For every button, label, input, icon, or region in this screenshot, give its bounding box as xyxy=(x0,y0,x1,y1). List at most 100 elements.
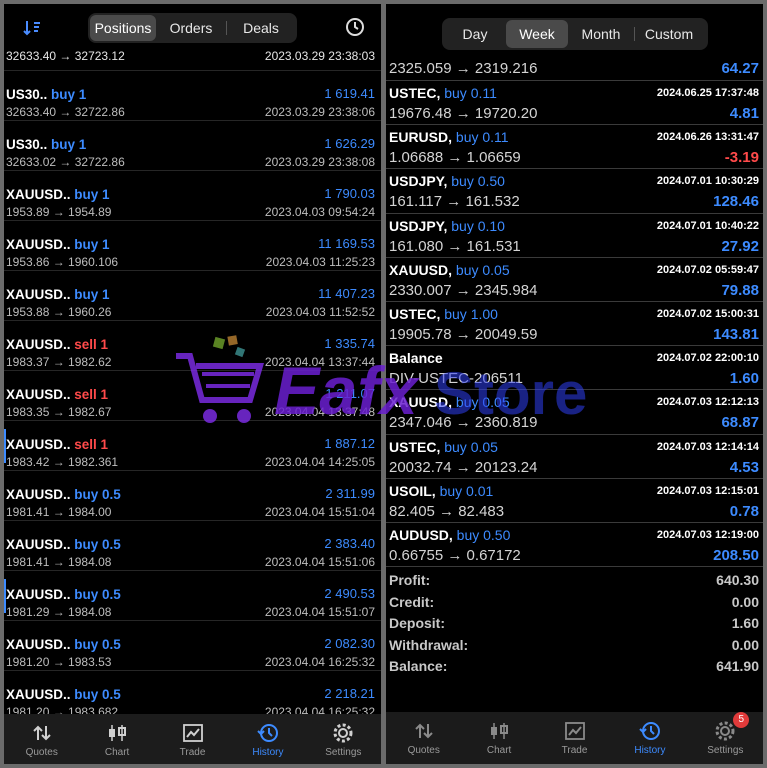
notification-badge: 5 xyxy=(733,712,750,728)
trade-prices: 19676.48 → 19720.20 xyxy=(389,105,538,122)
nav-quotes[interactable]: Quotes xyxy=(4,714,79,764)
tab-month[interactable]: Month xyxy=(568,20,634,48)
nav-label: Settings xyxy=(325,747,362,758)
trade-profit: 1.60 xyxy=(729,370,759,388)
tab-custom[interactable]: Custom xyxy=(635,20,703,48)
nav-label: Settings xyxy=(707,745,744,756)
table-row[interactable]: XAUUSD.. buy 1 11 169.53 1953.86 → 1960.10… xyxy=(4,221,381,271)
trade-prices: 2330.007 → 2345.984 xyxy=(389,281,538,299)
symbol: US30.. xyxy=(6,137,48,152)
tab-week[interactable]: Week xyxy=(506,20,568,48)
trade-time: 2024.07.01 10:30:29 xyxy=(656,175,759,188)
chart-icon xyxy=(106,722,128,744)
tab-positions[interactable]: Positions xyxy=(90,15,156,41)
trade-direction: buy 1 xyxy=(74,187,110,202)
trade-time: 2023.04.04 16:25:32 xyxy=(264,655,375,669)
nav-history[interactable]: History xyxy=(612,712,687,764)
symbol: USTEC, xyxy=(389,438,441,455)
trade-prices: 20032.74 → 20123.24 xyxy=(389,458,538,476)
table-row[interactable]: USTEC, buy 0.05 2024.07.03 12:14:14 20032.… xyxy=(386,435,763,479)
table-row[interactable]: AUDUSD, buy 0.50 2024.07.03 12:19:00 0.667… xyxy=(386,523,763,568)
trade-profit: 1 211.07 xyxy=(325,386,375,401)
nav-history[interactable]: History xyxy=(230,714,305,764)
trade-profit: 128.46 xyxy=(713,193,759,211)
trade-icon xyxy=(564,720,586,742)
table-row[interactable]: XAUUSD.. sell 1 1 887.12 1983.42 → 1982.36… xyxy=(4,421,381,471)
trade-prices: 161.080 → 161.531 xyxy=(389,237,521,255)
nav-label: Quotes xyxy=(25,747,58,758)
table-row[interactable]: XAUUSD.. buy 0.5 2 383.40 1981.41 → 1984.0… xyxy=(4,521,381,571)
nav-trade[interactable]: Trade xyxy=(537,712,612,764)
trade-time: 2024.07.02 15:00:31 xyxy=(656,307,759,320)
trade-profit: 1 619.41 xyxy=(324,86,375,101)
summary-label: Balance: xyxy=(389,658,448,674)
table-row[interactable]: USOIL, buy 0.01 2024.07.03 12:15:01 82.405… xyxy=(386,479,763,523)
table-row[interactable]: XAUUSD.. sell 1 1 335.74 1983.37 → 1982.62… xyxy=(4,321,381,371)
trade-direction: buy 0.5 xyxy=(74,587,121,602)
trade-profit: 1 626.29 xyxy=(324,136,375,151)
top-bar: Day Week Month Custom xyxy=(386,4,763,52)
symbol: USOIL, xyxy=(389,482,436,499)
symbol: XAUUSD.. xyxy=(6,637,71,652)
trade-direction: buy 0.5 xyxy=(74,537,121,552)
table-row[interactable]: USDJPY, buy 0.50 2024.07.01 10:30:29 161.1… xyxy=(386,169,763,214)
trade-icon xyxy=(182,722,204,744)
table-row[interactable]: XAUUSD.. buy 1 1 790.03 1953.89 → 1954.89 2… xyxy=(4,171,381,221)
trade-direction: buy 0.05 xyxy=(455,261,510,278)
trade-time: 2024.07.03 12:14:14 xyxy=(656,440,759,453)
table-row[interactable]: USTEC, buy 1.00 2024.07.02 15:00:31 19905.… xyxy=(386,302,763,347)
trade-title: USTEC, buy 1.00 xyxy=(389,306,498,322)
trade-prices: 19905.78 → 20049.59 xyxy=(389,325,538,343)
nav-quotes[interactable]: Quotes xyxy=(386,712,461,764)
table-row[interactable]: USTEC, buy 0.11 2024.06.25 17:37:48 19676.… xyxy=(386,81,763,126)
tab-day[interactable]: Day xyxy=(444,20,506,48)
nav-settings[interactable]: Settings 5 xyxy=(688,712,763,764)
table-row[interactable]: XAUUSD.. sell 1 1 211.07 1983.35 → 1982.67… xyxy=(4,371,381,421)
symbol: USTEC, xyxy=(389,85,441,101)
trade-profit: 2 311.99 xyxy=(325,486,375,501)
summary-line: Withdrawal: 0.00 xyxy=(386,637,763,659)
nav-chart[interactable]: Chart xyxy=(79,714,154,764)
table-row[interactable]: USDJPY, buy 0.10 2024.07.01 10:40:22 161.0… xyxy=(386,214,763,258)
nav-label: Quotes xyxy=(407,745,440,756)
table-row[interactable]: XAUUSD.. buy 0.5 2 311.99 1981.41 → 1984.0… xyxy=(4,471,381,521)
gear-icon xyxy=(332,722,354,744)
trade-title: XAUUSD.. buy 0.5 xyxy=(6,487,121,502)
table-row[interactable]: XAUUSD, buy 0.05 2024.07.03 12:12:13 2347.… xyxy=(386,390,763,435)
trade-direction: buy 0.5 xyxy=(74,637,121,652)
chart-icon xyxy=(488,720,510,742)
table-row[interactable]: EURUSD, buy 0.11 2024.06.26 13:31:47 1.066… xyxy=(386,125,763,170)
trade-time: 2023.04.03 11:52:52 xyxy=(265,305,375,319)
history-panel-left: Positions Orders Deals 32633.40 → 32723.… xyxy=(4,4,381,764)
deals-list: 2325.059 → 2319.216 64.27 USTEC, buy 0.11 2… xyxy=(386,56,763,568)
table-row[interactable]: US30.. buy 1 1 626.29 32633.02 → 32722.86 2… xyxy=(4,121,381,171)
trade-profit: 1 335.74 xyxy=(324,336,375,351)
nav-settings[interactable]: Settings xyxy=(306,714,381,764)
table-row[interactable]: 32633.40 → 32723.12 2023.03.29 23:38:03 xyxy=(4,45,381,71)
positions-list: 32633.40 → 32723.12 2023.03.29 23:38:03 US… xyxy=(4,45,381,721)
table-row[interactable]: US30.. buy 1 1 619.41 32633.40 → 32722.86 2… xyxy=(4,71,381,121)
table-row[interactable]: XAUUSD, buy 0.05 2024.07.02 05:59:47 2330.… xyxy=(386,258,763,302)
table-row[interactable]: XAUUSD.. buy 1 11 407.23 1953.88 → 1960.26… xyxy=(4,271,381,321)
symbol: AUDUSD, xyxy=(389,526,453,543)
nav-trade[interactable]: Trade xyxy=(155,714,230,764)
sort-icon[interactable] xyxy=(22,18,42,38)
trade-time: 2023.04.04 15:51:06 xyxy=(264,555,375,569)
tab-orders[interactable]: Orders xyxy=(156,15,226,41)
nav-chart[interactable]: Chart xyxy=(461,712,536,764)
table-row[interactable]: Balance 2024.07.02 22:00:10 DIV-USTEC-206… xyxy=(386,346,763,391)
trade-prices: 32633.40 → 32723.12 xyxy=(6,49,125,63)
tab-deals[interactable]: Deals xyxy=(227,15,295,41)
trade-prices: 82.405 → 82.483 xyxy=(389,502,505,520)
table-row[interactable]: XAUUSD.. buy 0.5 2 490.53 1981.29 → 1984.0… xyxy=(4,571,381,621)
trade-profit: 208.50 xyxy=(713,546,759,564)
trade-direction: buy 0.05 xyxy=(444,438,498,455)
table-row[interactable]: 2325.059 → 2319.216 64.27 xyxy=(386,56,763,81)
trade-profit: 11 407.23 xyxy=(318,286,375,301)
trade-title: US30.. buy 1 xyxy=(6,137,86,152)
bottom-nav: Quotes Chart Trade History Settings xyxy=(4,714,381,764)
trade-prices: 0.66755 → 0.67172 xyxy=(389,546,521,564)
clock-icon[interactable] xyxy=(345,17,365,37)
trade-time: 2023.04.03 11:25:23 xyxy=(265,255,375,269)
table-row[interactable]: XAUUSD.. buy 0.5 2 082.30 1981.20 → 1983.5… xyxy=(4,621,381,671)
